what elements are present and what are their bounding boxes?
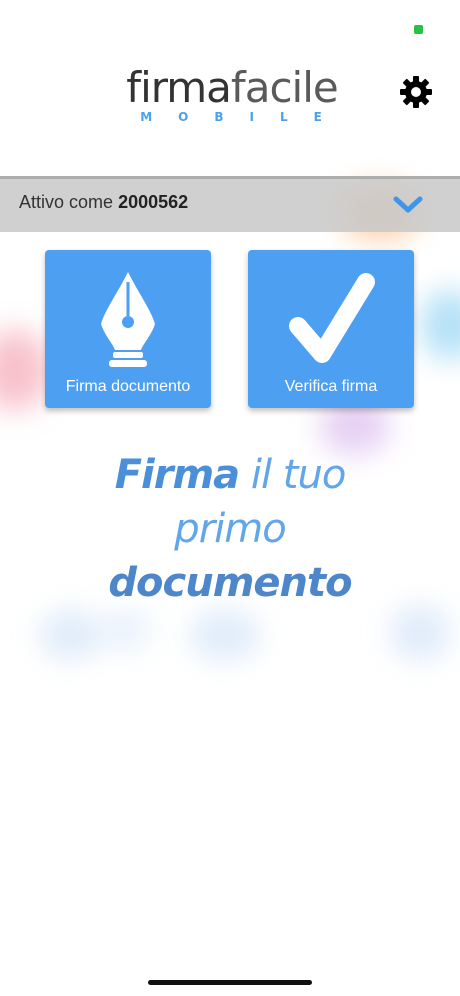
sign-document-button[interactable]: Firma documento [45, 250, 211, 408]
headline-line-1: Firma il tuo [0, 448, 460, 502]
logo-subtitle: MOBILE [140, 110, 348, 124]
logo-word-bold: firma [126, 63, 232, 112]
background-bokeh [100, 610, 150, 650]
background-bokeh [190, 610, 260, 660]
verify-signature-button[interactable]: Verifica firma [248, 250, 414, 408]
status-indicator [414, 25, 423, 34]
background-bokeh [420, 290, 460, 360]
chevron-down-icon[interactable] [392, 193, 424, 217]
settings-button[interactable] [398, 74, 434, 110]
checkmark-icon [289, 273, 375, 363]
verify-signature-label: Verifica firma [284, 378, 378, 395]
account-id: 2000562 [118, 192, 189, 212]
account-prefix: Attivo come [19, 192, 114, 212]
background-bokeh [40, 610, 100, 660]
background-bokeh [0, 330, 50, 410]
account-label: Attivo come 2000562 [19, 192, 188, 213]
headline-line-3: documento [108, 560, 352, 606]
home-indicator[interactable] [148, 980, 312, 985]
sign-document-label: Firma documento [65, 378, 191, 395]
account-bar[interactable]: Attivo come 2000562 [0, 176, 460, 232]
headline-emphasis: Firma [114, 452, 240, 498]
headline-line-2: primo [174, 506, 286, 552]
gear-icon [400, 76, 432, 108]
logo-wordmark: firmafacile [116, 66, 348, 110]
headline-rest: il tuo [239, 452, 346, 498]
pen-nib-icon [101, 272, 155, 367]
background-bokeh [390, 605, 450, 660]
logo-word-light: facile [230, 63, 339, 112]
headline: Firma il tuo primo documento [0, 448, 460, 610]
app-logo: firmafacile MOBILE [116, 66, 348, 125]
